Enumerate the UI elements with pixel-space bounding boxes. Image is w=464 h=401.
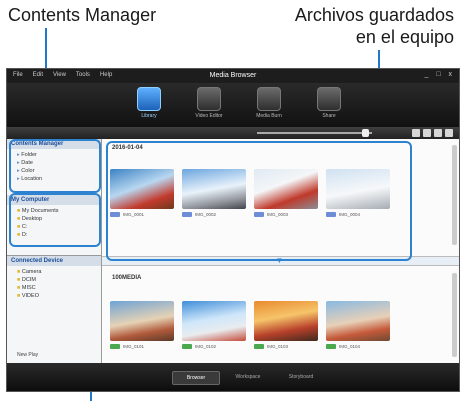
new-playlist-button[interactable]: New Play <box>17 352 38 358</box>
disc-icon <box>257 87 281 111</box>
photo-tag-icon <box>254 344 264 349</box>
bottom-bar: Browser Workspace Storyboard <box>7 363 459 391</box>
thumbnail-caption: IMG_0102 <box>182 344 246 349</box>
thumbnail-name: IMG_0104 <box>339 344 361 349</box>
tree-item-video[interactable]: VIDEO <box>17 292 101 300</box>
photo-thumbnail[interactable] <box>326 301 390 341</box>
thumbnail-item[interactable]: IMG_0104 <box>326 301 390 349</box>
computer-highlight <box>9 193 101 247</box>
tab-browser[interactable]: Browser <box>172 371 220 385</box>
film-icon <box>197 87 221 111</box>
library-icon <box>137 87 161 111</box>
view-large-icon[interactable] <box>434 129 442 137</box>
view-grid-icon[interactable] <box>423 129 431 137</box>
connected-device-title[interactable]: Connected Device <box>7 256 101 266</box>
thumbnail-caption: IMG_0101 <box>110 344 174 349</box>
mode-bar: Library Video Editor Media Burn Share <box>7 83 459 127</box>
device-tree: Camera DCIM MISC VIDEO <box>7 266 101 300</box>
thumbnail-item[interactable]: IMG_0101 <box>110 301 174 349</box>
tree-item-misc[interactable]: MISC <box>17 284 101 292</box>
contents-manager-callout: Contents Manager <box>8 5 157 25</box>
mode-library-label: Library <box>141 113 157 119</box>
tab-storyboard[interactable]: Storyboard <box>278 371 324 383</box>
bottom-group-label: 100MEDIA <box>112 275 142 281</box>
thumbnail-name: IMG_0101 <box>123 344 145 349</box>
connected-device-panel: Connected Device Camera DCIM MISC VIDEO … <box>7 255 101 364</box>
photo-tag-icon <box>182 344 192 349</box>
view-mode-buttons <box>412 129 453 137</box>
photo-tag-icon <box>326 344 336 349</box>
mode-burn-button[interactable]: Media Burn <box>249 87 289 119</box>
mode-share-label: Share <box>322 113 336 119</box>
app-window: File Edit View Tools Help Media Browser … <box>6 68 460 392</box>
thumbnail-item[interactable]: IMG_0102 <box>182 301 246 349</box>
tree-item-dcim[interactable]: DCIM <box>17 276 101 284</box>
saved-files-highlight <box>106 141 412 261</box>
thumbnail-caption: IMG_0104 <box>326 344 390 349</box>
thumbnail-item[interactable]: IMG_0103 <box>254 301 318 349</box>
mode-editor-label: Video Editor <box>195 113 223 119</box>
globe-icon <box>317 87 341 111</box>
photo-thumbnail[interactable] <box>110 301 174 341</box>
thumbnail-caption: IMG_0103 <box>254 344 318 349</box>
photo-thumbnail[interactable] <box>254 301 318 341</box>
thumbnail-name: IMG_0102 <box>195 344 217 349</box>
view-list-icon[interactable] <box>412 129 420 137</box>
zoom-slider-knob[interactable] <box>362 129 369 137</box>
tree-item-camera[interactable]: Camera <box>17 268 101 276</box>
mode-library-button[interactable]: Library <box>129 87 169 119</box>
title-bar: File Edit View Tools Help Media Browser … <box>7 69 459 83</box>
bottom-thumbnails: IMG_0101 IMG_0102 IMG_0103 IMG_0104 <box>110 301 390 349</box>
saved-files-callout-line2: en el equipo <box>355 27 454 47</box>
mode-share-button[interactable]: Share <box>309 87 349 119</box>
zoom-slider[interactable] <box>257 132 372 134</box>
mode-editor-button[interactable]: Video Editor <box>189 87 229 119</box>
view-detail-icon[interactable] <box>445 129 453 137</box>
photo-tag-icon <box>110 344 120 349</box>
contents-manager-highlight <box>9 139 101 193</box>
saved-files-callout: Archivos guardados en el equipo <box>295 4 454 48</box>
mode-burn-label: Media Burn <box>256 113 282 119</box>
app-title: Media Browser <box>209 72 257 79</box>
photo-thumbnail[interactable] <box>182 301 246 341</box>
window-buttons[interactable]: _ □ x <box>424 71 455 78</box>
top-scrollbar[interactable] <box>452 145 457 245</box>
bottom-scrollbar[interactable] <box>452 273 457 357</box>
tab-workspace[interactable]: Workspace <box>225 371 271 383</box>
toolbar <box>7 127 459 139</box>
thumbnail-name: IMG_0103 <box>267 344 289 349</box>
saved-files-callout-line1: Archivos guardados <box>294 5 454 25</box>
